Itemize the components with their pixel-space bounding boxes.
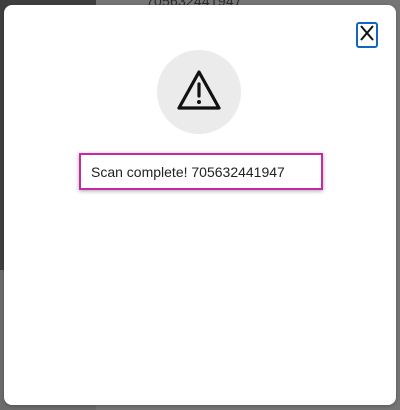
scan-message-box: Scan complete! 705632441947 (79, 153, 323, 190)
close-icon (359, 24, 375, 47)
warning-icon-container (157, 50, 241, 134)
warning-icon (175, 68, 223, 117)
scan-result-dialog: Scan complete! 705632441947 (4, 5, 396, 405)
scan-message-text: Scan complete! 705632441947 (91, 163, 285, 180)
close-button[interactable] (356, 22, 378, 48)
